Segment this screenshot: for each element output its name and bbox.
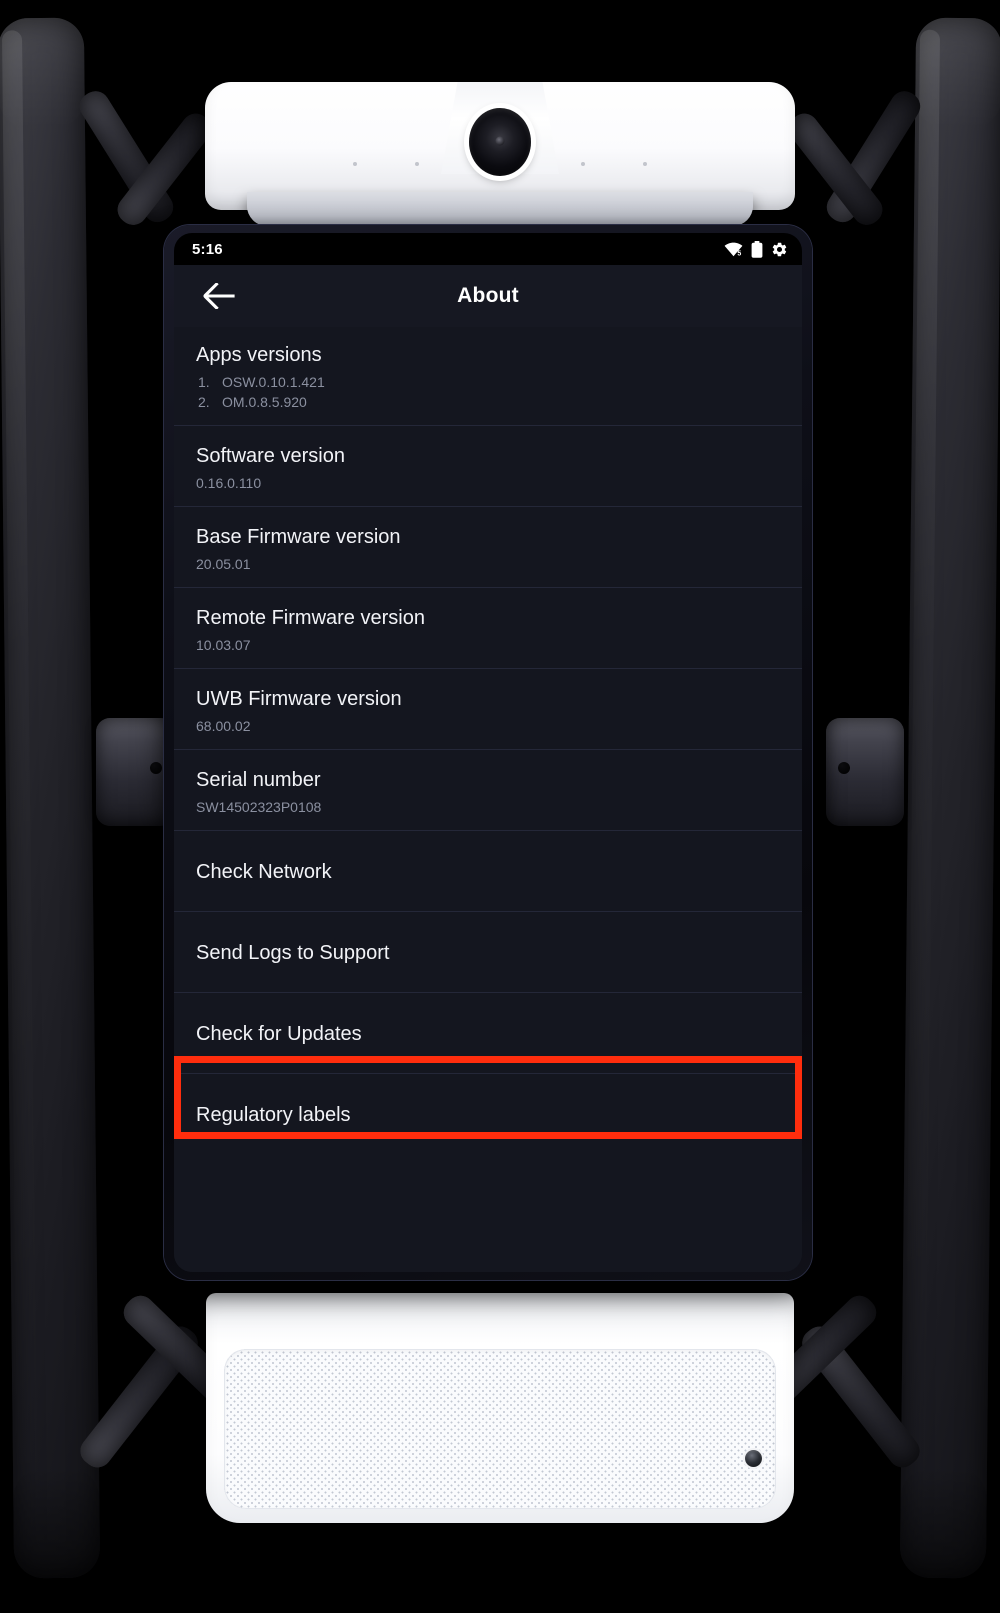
list-item-value: 10.03.07 (196, 636, 251, 653)
svg-text:5: 5 (737, 251, 741, 257)
list-item-check-network[interactable]: Check Network (174, 829, 802, 911)
list-item-value: 68.00.02 (196, 717, 251, 734)
page-title: About (457, 284, 519, 307)
list-item-remote-firmware-version[interactable]: Remote Firmware version 10.03.07 (174, 586, 802, 668)
device-left-hinge (96, 718, 174, 826)
list-item-value: 20.05.01 (196, 555, 251, 572)
list-item-regulatory-labels[interactable]: Regulatory labels (174, 1072, 802, 1154)
list-item-serial-number[interactable]: Serial number SW14502323P0108 (174, 748, 802, 830)
list-item-title: Remote Firmware version (196, 606, 425, 629)
microphone-dot (581, 162, 585, 166)
battery-icon (751, 240, 763, 258)
wifi-icon: 5 (724, 241, 743, 257)
back-arrow-icon (203, 283, 235, 309)
speaker-grille (224, 1349, 776, 1509)
status-bar: 5:16 5 (174, 233, 802, 265)
camera-module-base (247, 192, 753, 226)
camera-module (205, 82, 795, 226)
list-item-software-version[interactable]: Software version 0.16.0.110 (174, 424, 802, 506)
list-item-title: Send Logs to Support (196, 942, 390, 965)
list-empty-area (174, 1153, 802, 1272)
status-bar-clock: 5:16 (192, 240, 223, 258)
list-item-base-firmware-version[interactable]: Base Firmware version 20.05.01 (174, 505, 802, 587)
list-item-value: SW14502323P0108 (196, 798, 322, 815)
hinge-pin (150, 762, 162, 774)
list-item-title: UWB Firmware version (196, 687, 402, 710)
list-item-title: Regulatory labels (196, 1104, 351, 1127)
post-bottom-cap (13, 1467, 101, 1579)
post-bottom-cap (899, 1467, 987, 1579)
hinge-pin (838, 762, 850, 774)
list-item-title: Apps versions (196, 344, 322, 366)
list-item-title: Software version (196, 444, 345, 467)
settings-list: Apps versions OSW.0.10.1.421 OM.0.8.5.920 S… (174, 327, 802, 1154)
post-sheen (903, 29, 941, 1564)
app-version-item: OSW.0.10.1.421 (198, 372, 325, 393)
app-version-item: OM.0.8.5.920 (198, 392, 307, 413)
gear-icon[interactable] (771, 241, 788, 258)
app-bar: About (174, 265, 802, 327)
list-item-check-for-updates[interactable]: Check for Updates (174, 991, 802, 1073)
camera-lens-icon (469, 108, 531, 176)
app-version-list: OSW.0.10.1.421 OM.0.8.5.920 (196, 372, 780, 413)
microphone-dot (353, 162, 357, 166)
list-item-title: Check for Updates (196, 1023, 362, 1046)
microphone-dot (643, 162, 647, 166)
status-bar-icons: 5 (724, 240, 788, 258)
list-item-title: Base Firmware version (196, 525, 401, 548)
tablet-screen: 5:16 5 About Apps versions OSW.0.10.1.42… (174, 233, 802, 1272)
microphone-dot (415, 162, 419, 166)
list-item-value: 0.16.0.110 (196, 474, 262, 491)
list-item-title: Check Network (196, 861, 332, 884)
list-item-uwb-firmware-version[interactable]: UWB Firmware version 68.00.02 (174, 667, 802, 749)
tablet-bezel: 5:16 5 About Apps versions OSW.0.10.1.42… (164, 225, 812, 1280)
list-item-apps-versions[interactable]: Apps versions OSW.0.10.1.421 OM.0.8.5.920 (174, 327, 802, 425)
back-button[interactable] (200, 280, 240, 312)
post-sheen (1, 30, 39, 1565)
device-right-post (899, 17, 1000, 1579)
device-left-post (0, 17, 101, 1579)
speaker-module (206, 1293, 794, 1523)
speaker-port-icon (745, 1450, 762, 1467)
device-right-hinge (826, 718, 904, 826)
list-item-title: Serial number (196, 768, 321, 791)
list-item-send-logs-to-support[interactable]: Send Logs to Support (174, 910, 802, 992)
device-photo-scene: 5:16 5 About Apps versions OSW.0.10.1.42… (0, 0, 1000, 1613)
